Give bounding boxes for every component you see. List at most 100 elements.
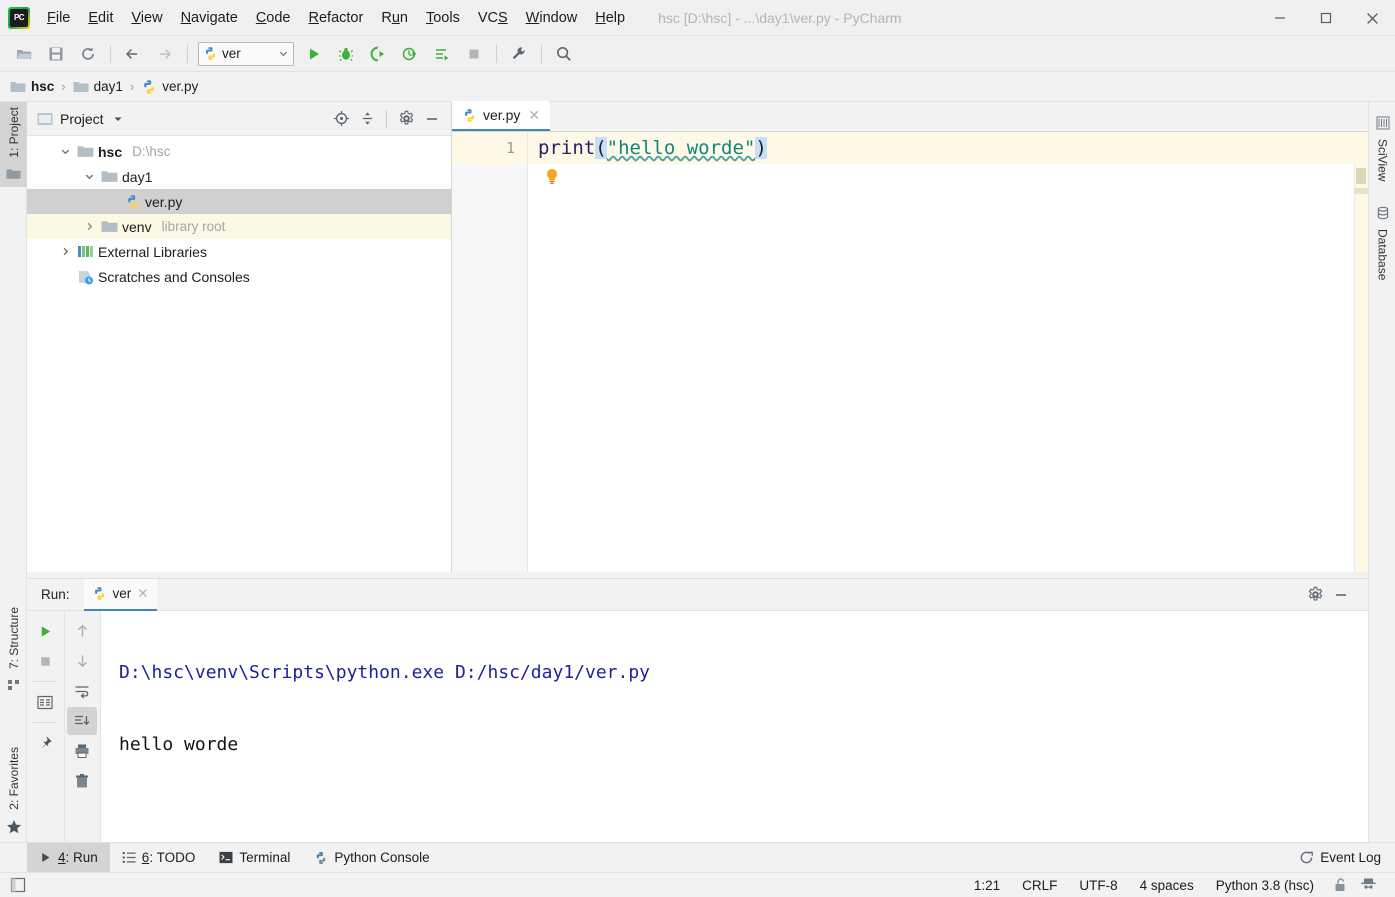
run-console-output[interactable]: D:\hsc\venv\Scripts\python.exe D:/hsc/da… [101,611,1368,843]
left-rail-label: 1: Project [7,102,21,163]
database-icon [1376,206,1390,220]
marker-scrollbar-thumb[interactable] [1354,188,1368,194]
maximize-button[interactable] [1303,0,1349,36]
breadcrumb-item-hsc[interactable]: hsc [10,79,54,94]
breadcrumb-item-day1[interactable]: day1 [73,79,123,94]
up-arrow-icon[interactable] [67,617,97,645]
editor-area: ver.py ✕ 1 print("hello worde") [452,102,1368,572]
locate-target-icon[interactable] [328,107,354,131]
soft-wrap-icon[interactable] [67,677,97,705]
bottom-tab-terminal[interactable]: Terminal [207,843,302,873]
rerun-icon[interactable] [30,617,60,645]
editor-gutter[interactable]: 1 [452,132,528,572]
folder-icon [77,144,94,159]
menu-item-code[interactable]: Code [247,6,300,30]
run-tab-ver[interactable]: ver ✕ [84,579,157,611]
menu-item-help[interactable]: Help [586,6,634,30]
editor-marker-gutter[interactable] [1354,162,1368,602]
code-line-1[interactable]: print("hello worde") [528,132,1368,164]
menu-item-run[interactable]: Run [372,6,417,30]
tree-item-scratches-and-consoles[interactable]: Scratches and Consoles [27,264,451,289]
profile-button[interactable] [396,41,424,67]
debug-button[interactable] [332,41,360,67]
lightbulb-icon[interactable] [544,168,560,186]
print-icon[interactable] [67,737,97,765]
gear-icon[interactable] [393,107,419,131]
tree-item-venv[interactable]: venv library root [27,214,451,239]
close-icon[interactable]: ✕ [526,107,542,124]
status-indent[interactable]: 4 spaces [1129,878,1205,893]
minimize-icon[interactable] [419,107,445,131]
stop-icon[interactable] [30,647,60,675]
pin-tab-icon[interactable] [30,729,60,757]
twisty-collapsed-icon[interactable] [81,221,97,232]
run-configuration-selector[interactable]: ver [198,42,294,66]
editor-body[interactable]: 1 print("hello worde") [452,132,1368,572]
status-caret-position[interactable]: 1:21 [963,878,1011,893]
tree-item-external-libraries[interactable]: External Libraries [27,239,451,264]
twisty-collapsed-icon[interactable] [57,246,73,257]
trash-icon[interactable] [67,767,97,795]
sidebar-item-sciview[interactable]: SciView [1369,112,1395,186]
navigate-forward-icon[interactable] [151,41,179,67]
bottom-tab-run[interactable]: 4: Run [27,843,110,873]
editor-tab-verpy[interactable]: ver.py ✕ [452,101,550,131]
breadcrumb-item-verpy[interactable]: ver.py [141,79,198,95]
sync-refresh-icon[interactable] [74,41,102,67]
settings-wrench-icon[interactable] [505,41,533,67]
marker-warning[interactable] [1356,168,1366,184]
unlocked-padlock-icon[interactable] [1325,877,1356,893]
hector-inspector-icon[interactable] [1356,877,1385,893]
bottom-tab-python-console[interactable]: Python Console [302,843,441,873]
run-with-coverage-button[interactable] [364,41,392,67]
status-line-separator[interactable]: CRLF [1011,878,1068,893]
menu-item-tools[interactable]: Tools [417,6,469,30]
open-folder-icon[interactable] [10,41,38,67]
close-button[interactable] [1349,0,1395,36]
chevron-down-icon[interactable] [112,113,124,125]
event-log-button[interactable]: Event Log [1299,850,1395,865]
sidebar-item-favorites[interactable]: 2: Favorites [0,742,27,841]
toggle-tool-window-icon[interactable] [10,877,26,893]
run-all-button[interactable] [428,41,456,67]
breadcrumb-separator: › [61,79,65,94]
navigate-back-icon[interactable] [119,41,147,67]
menu-item-navigate[interactable]: Navigate [172,6,247,30]
search-everywhere-icon[interactable] [550,41,578,67]
run-button[interactable] [300,41,328,67]
sidebar-item-database[interactable]: Database [1369,202,1395,285]
stop-button[interactable] [460,41,488,67]
editor-code[interactable]: print("hello worde") [528,132,1368,572]
scroll-to-end-icon[interactable] [67,707,97,735]
menu-item-file[interactable]: File [38,6,79,30]
menu-item-refactor[interactable]: Refactor [300,6,373,30]
minimize-icon[interactable] [1328,583,1354,607]
python-file-icon [125,194,141,210]
twisty-expanded-icon[interactable] [81,171,97,182]
sidebar-item-structure[interactable]: 7: Structure [0,602,27,698]
bottom-tab-todo[interactable]: 6: TODO [110,843,208,873]
editor-tab-bar: ver.py ✕ [452,102,1368,132]
status-encoding[interactable]: UTF-8 [1068,878,1128,893]
twisty-expanded-icon[interactable] [57,146,73,157]
tree-item-day1[interactable]: day1 [27,164,451,189]
minimize-button[interactable] [1257,0,1303,36]
menu-item-view[interactable]: View [122,6,171,30]
sidebar-item-project[interactable]: 1: Project [0,102,27,187]
console-view-icon[interactable] [30,688,60,716]
collapse-all-icon[interactable] [354,107,380,131]
close-icon[interactable]: ✕ [137,586,148,602]
toolbar-divider [33,681,57,682]
tree-item-hsc[interactable]: hsc D:\hsc [27,139,451,164]
menu-item-window[interactable]: Window [517,6,587,30]
save-all-icon[interactable] [42,41,70,67]
tree-item-verpy[interactable]: ver.py [27,189,451,214]
status-interpreter[interactable]: Python 3.8 (hsc) [1205,878,1325,893]
bottom-tab-label: Terminal [239,850,290,865]
menu-item-vcs[interactable]: VCS [469,6,517,30]
console-line-command[interactable]: D:\hsc\venv\Scripts\python.exe D:/hsc/da… [119,655,1368,691]
menu-item-edit[interactable]: Edit [79,6,122,30]
project-icon [37,112,53,126]
gear-icon[interactable] [1302,583,1328,607]
down-arrow-icon[interactable] [67,647,97,675]
